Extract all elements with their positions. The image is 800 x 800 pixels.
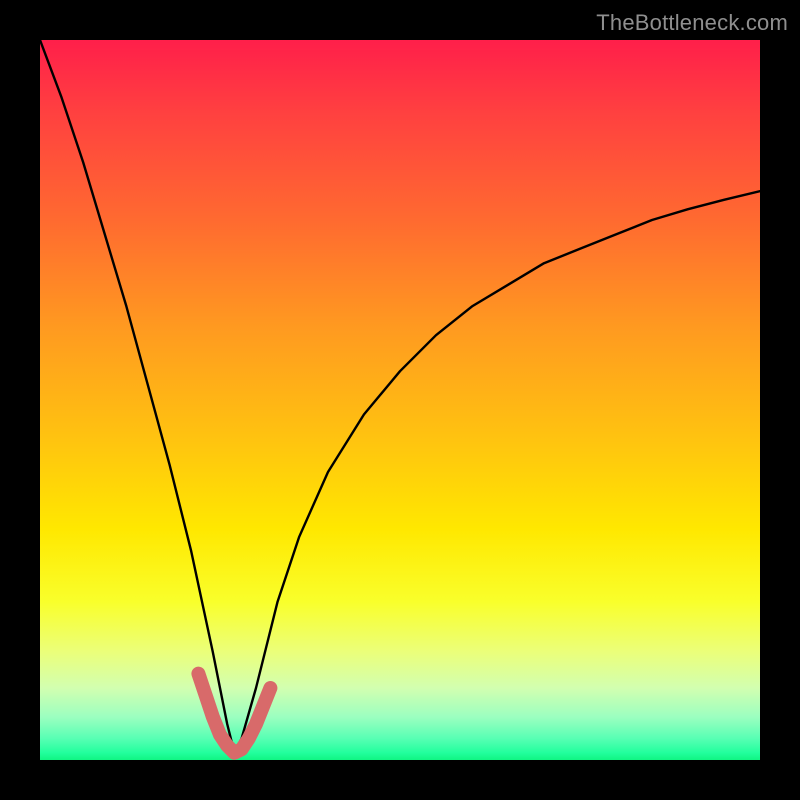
chart-svg <box>40 40 760 760</box>
plot-area <box>40 40 760 760</box>
highlight-near-minimum <box>198 674 270 753</box>
watermark-text: TheBottleneck.com <box>596 10 788 36</box>
bottleneck-curve <box>40 40 760 753</box>
